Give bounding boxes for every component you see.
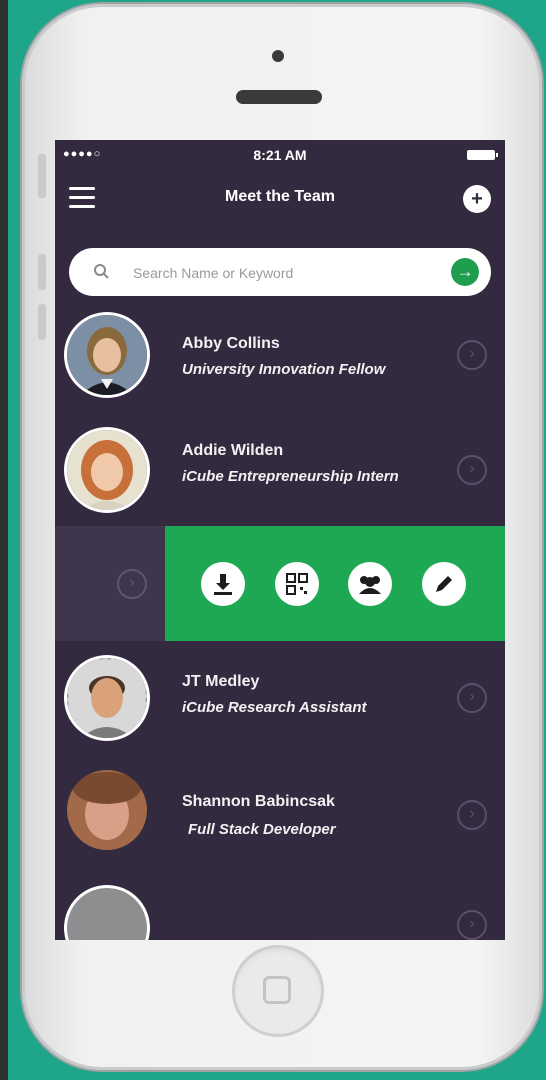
group-icon xyxy=(359,576,381,594)
chevron-right-icon[interactable]: › xyxy=(457,800,487,830)
list-item[interactable]: Addie Wilden iCube Entrepreneurship Inte… xyxy=(55,430,505,540)
member-role: Full Stack Developer xyxy=(188,821,336,838)
left-edge xyxy=(0,0,8,1080)
qr-code-icon xyxy=(286,573,308,595)
member-role: iCube Entrepreneurship Intern xyxy=(182,468,399,485)
chevron-right-icon[interactable]: › xyxy=(457,910,487,940)
avatar xyxy=(67,888,147,940)
swiped-list-item[interactable]: › xyxy=(55,526,505,641)
search-go-button[interactable]: → xyxy=(451,258,479,286)
front-camera xyxy=(272,50,284,62)
chevron-right-icon[interactable]: › xyxy=(457,340,487,370)
earpiece-speaker xyxy=(236,90,322,104)
app-screen: ●●●●○ 8:21 AM Meet the Team + → Abby xyxy=(55,140,505,940)
download-button[interactable] xyxy=(201,562,245,606)
plus-icon: + xyxy=(471,188,483,210)
edit-button[interactable] xyxy=(422,562,466,606)
home-button[interactable] xyxy=(232,945,324,1037)
list-item[interactable]: Abby Collins University Innovation Fello… xyxy=(55,315,505,425)
member-name: Addie Wilden xyxy=(182,442,284,459)
chevron-right-icon[interactable]: › xyxy=(457,683,487,713)
add-member-button[interactable]: + xyxy=(463,185,491,213)
mute-switch xyxy=(38,154,46,198)
search-bar: → xyxy=(69,248,491,296)
arrow-right-icon: → xyxy=(456,262,474,281)
status-time: 8:21 AM xyxy=(253,147,307,163)
avatar xyxy=(67,430,147,510)
home-square-icon xyxy=(263,976,291,1004)
avatar xyxy=(67,658,147,738)
avatar xyxy=(67,315,147,395)
chevron-right-icon[interactable]: › xyxy=(457,455,487,485)
battery-icon xyxy=(467,150,498,160)
volume-down-button xyxy=(38,304,46,340)
member-name: Abby Collins xyxy=(182,335,280,352)
chevron-right-icon[interactable]: › xyxy=(117,569,147,599)
download-icon xyxy=(214,574,232,595)
group-button[interactable] xyxy=(348,562,392,606)
member-role: University Innovation Fellow xyxy=(182,361,386,378)
page-title: Meet the Team xyxy=(225,188,335,205)
member-role: iCube Research Assistant xyxy=(182,699,367,716)
list-item[interactable]: › xyxy=(55,888,505,940)
qr-code-button[interactable] xyxy=(275,562,319,606)
member-name: JT Medley xyxy=(182,673,260,690)
list-item[interactable]: Shannon Babincsak Full Stack Developer › xyxy=(55,770,505,880)
member-name: Shannon Babincsak xyxy=(182,793,335,810)
swiped-item-content: › xyxy=(55,526,165,641)
volume-up-button xyxy=(38,254,46,290)
swipe-action-panel xyxy=(165,526,505,641)
avatar xyxy=(67,770,147,850)
status-bar: ●●●●○ 8:21 AM xyxy=(55,140,505,170)
search-icon xyxy=(94,264,109,279)
list-item[interactable]: JT Medley iCube Research Assistant › xyxy=(55,658,505,768)
navbar: Meet the Team + xyxy=(55,170,505,230)
edit-icon xyxy=(436,576,452,592)
search-input[interactable] xyxy=(131,258,435,288)
